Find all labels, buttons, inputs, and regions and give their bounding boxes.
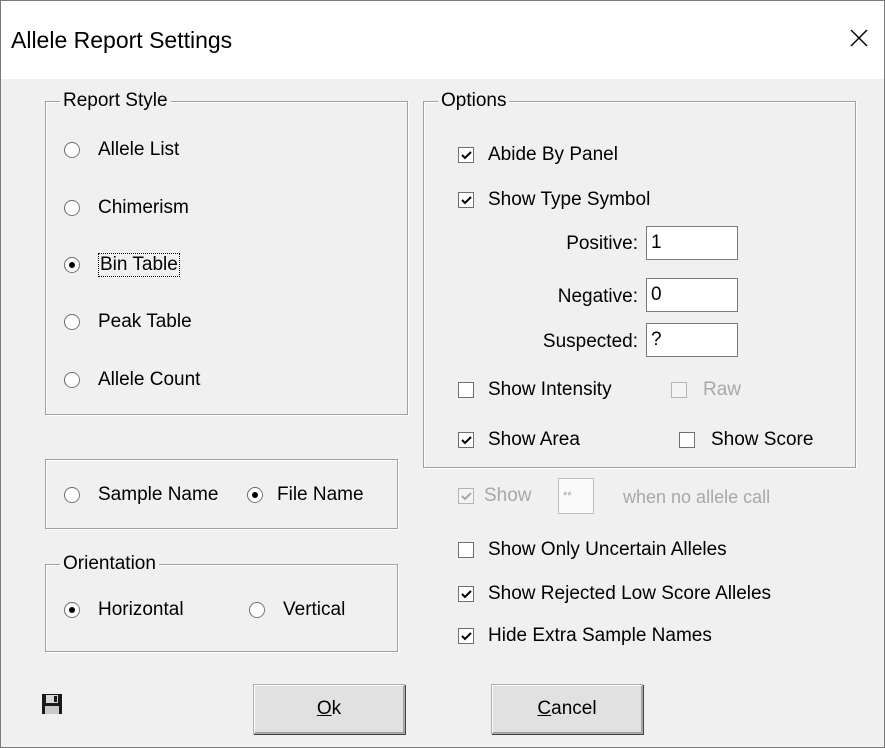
radio-label: File Name bbox=[277, 484, 364, 505]
close-button[interactable] bbox=[836, 15, 882, 61]
radio-horizontal[interactable]: Horizontal bbox=[64, 599, 184, 621]
radio-indicator bbox=[64, 200, 80, 216]
checkmark-icon bbox=[460, 631, 472, 640]
radio-sample-name[interactable]: Sample Name bbox=[64, 484, 218, 506]
radio-vertical[interactable]: Vertical bbox=[249, 599, 345, 621]
checkmark-icon bbox=[460, 435, 472, 444]
title-bar: Allele Report Settings bbox=[1, 1, 884, 79]
placeholder-field[interactable] bbox=[558, 478, 594, 514]
radio-label: Vertical bbox=[283, 599, 346, 620]
checkbox-label: Show Only Uncertain Alleles bbox=[488, 539, 727, 560]
radio-indicator bbox=[64, 602, 80, 618]
checkmark-icon bbox=[460, 589, 472, 598]
checkbox-box bbox=[458, 147, 474, 163]
show-area-checkbox[interactable]: Show Area bbox=[458, 429, 580, 451]
radio-label: Bin Table bbox=[98, 253, 180, 277]
checkbox-box bbox=[458, 432, 474, 448]
dialog-title: Allele Report Settings bbox=[11, 27, 233, 53]
report-style-label: Report Style bbox=[60, 91, 171, 111]
checkbox-box bbox=[458, 628, 474, 644]
checkbox-label: Show Rejected Low Score Alleles bbox=[488, 583, 772, 604]
dialog-window: Allele Report Settings Report Style Alle… bbox=[0, 0, 885, 748]
checkbox-label: Abide By Panel bbox=[488, 144, 618, 165]
show-intensity-checkbox[interactable]: Show Intensity bbox=[458, 379, 612, 401]
floppy-disk-icon[interactable] bbox=[41, 693, 63, 715]
negative-field[interactable] bbox=[646, 278, 738, 312]
radio-indicator bbox=[249, 602, 265, 618]
show-type-symbol-checkbox[interactable]: Show Type Symbol bbox=[458, 189, 650, 211]
radio-indicator bbox=[64, 372, 80, 388]
radio-indicator bbox=[64, 314, 80, 330]
negative-label: Negative: bbox=[557, 286, 638, 307]
radio-label: Horizontal bbox=[98, 599, 184, 620]
close-icon bbox=[850, 29, 868, 47]
radio-chimerism[interactable]: Chimerism bbox=[64, 197, 189, 219]
positive-field[interactable] bbox=[646, 226, 738, 260]
radio-label: Peak Table bbox=[98, 311, 192, 332]
checkmark-icon bbox=[460, 195, 472, 204]
checkbox-label: Show bbox=[484, 485, 532, 506]
radio-allele-count[interactable]: Allele Count bbox=[64, 369, 200, 391]
show-score-checkbox[interactable]: Show Score bbox=[679, 429, 813, 451]
positive-label: Positive: bbox=[566, 233, 638, 254]
checkbox-box bbox=[458, 488, 474, 504]
suspected-field[interactable] bbox=[646, 323, 738, 357]
orientation-label: Orientation bbox=[60, 554, 159, 574]
show-placeholder-checkbox[interactable]: Show bbox=[458, 485, 532, 507]
ok-mnemonic: O bbox=[316, 698, 332, 719]
radio-indicator bbox=[247, 487, 263, 503]
cancel-button[interactable]: Cancel bbox=[491, 684, 643, 734]
placeholder-suffix: when no allele call bbox=[623, 487, 771, 507]
checkmark-icon bbox=[460, 150, 472, 159]
suspected-label: Suspected: bbox=[542, 331, 638, 352]
checkbox-box bbox=[458, 586, 474, 602]
cancel-mnemonic: C bbox=[537, 698, 552, 719]
checkbox-label: Hide Extra Sample Names bbox=[488, 625, 712, 646]
radio-indicator bbox=[64, 487, 80, 503]
show-rejected-low-score-checkbox[interactable]: Show Rejected Low Score Alleles bbox=[458, 583, 771, 605]
checkbox-box bbox=[679, 432, 695, 448]
radio-allele-list[interactable]: Allele List bbox=[64, 139, 179, 161]
radio-label: Chimerism bbox=[98, 197, 189, 218]
checkbox-label: Show Area bbox=[488, 429, 580, 450]
hide-extra-sample-names-checkbox[interactable]: Hide Extra Sample Names bbox=[458, 625, 712, 647]
options-label: Options bbox=[438, 91, 510, 111]
radio-label: Allele Count bbox=[98, 369, 201, 390]
radio-peak-table[interactable]: Peak Table bbox=[64, 311, 192, 333]
ok-label-rest: k bbox=[331, 698, 342, 719]
radio-indicator bbox=[64, 257, 80, 273]
radio-label: Sample Name bbox=[98, 484, 219, 505]
show-only-uncertain-checkbox[interactable]: Show Only Uncertain Alleles bbox=[458, 539, 727, 561]
checkbox-box bbox=[671, 382, 687, 398]
radio-indicator bbox=[64, 142, 80, 158]
radio-bin-table[interactable]: Bin Table bbox=[64, 253, 180, 277]
checkbox-box bbox=[458, 542, 474, 558]
checkmark-icon bbox=[460, 491, 472, 500]
ok-button[interactable]: Ok bbox=[253, 684, 405, 734]
radio-label: Allele List bbox=[98, 139, 180, 160]
checkbox-box bbox=[458, 192, 474, 208]
checkbox-label: Show Intensity bbox=[488, 379, 612, 400]
checkbox-label: Show Score bbox=[711, 429, 814, 450]
cancel-label-rest: ancel bbox=[551, 698, 597, 719]
checkbox-label: Raw bbox=[703, 379, 742, 400]
checkbox-box bbox=[458, 382, 474, 398]
radio-file-name[interactable]: File Name bbox=[247, 484, 364, 506]
raw-checkbox[interactable]: Raw bbox=[671, 379, 741, 401]
checkbox-label: Show Type Symbol bbox=[488, 189, 651, 210]
abide-by-panel-checkbox[interactable]: Abide By Panel bbox=[458, 144, 618, 166]
